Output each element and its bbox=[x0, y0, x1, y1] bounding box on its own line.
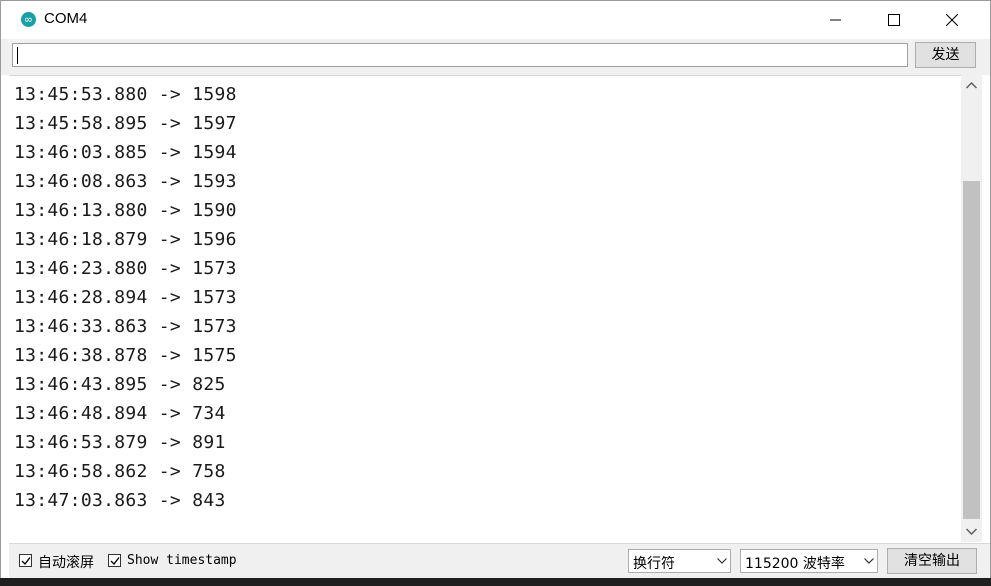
maximize-icon bbox=[888, 14, 900, 26]
text-caret bbox=[17, 47, 18, 64]
window-title: COM4 bbox=[44, 10, 88, 27]
output-line: 13:46:43.895 -> 825 bbox=[14, 374, 226, 395]
scroll-up-button[interactable] bbox=[961, 76, 982, 96]
output-line: 13:46:13.880 -> 1590 bbox=[14, 200, 237, 221]
output-line: 13:46:38.878 -> 1575 bbox=[14, 345, 237, 366]
autoscroll-checkbox[interactable] bbox=[19, 554, 32, 567]
output-line: 13:46:58.862 -> 758 bbox=[14, 461, 226, 482]
close-icon bbox=[946, 14, 958, 26]
chevron-down-icon bbox=[966, 528, 977, 535]
arduino-icon bbox=[21, 12, 36, 27]
show-timestamp-label[interactable]: Show timestamp bbox=[127, 553, 237, 568]
baud-rate-value: 115200 波特率 bbox=[745, 556, 845, 572]
scroll-down-button[interactable] bbox=[961, 522, 982, 542]
background-window-edge bbox=[1, 39, 9, 75]
autoscroll-label[interactable]: 自动滚屏 bbox=[38, 552, 94, 572]
close-button[interactable] bbox=[923, 1, 981, 39]
send-toolbar: 发送 bbox=[9, 39, 990, 75]
output-line: 13:46:48.894 -> 734 bbox=[14, 403, 226, 424]
scroll-thumb[interactable] bbox=[963, 181, 980, 519]
serial-monitor-window: COM4 发送 13:45:53.880 -> 1598 13:45:58.89… bbox=[0, 0, 991, 586]
send-button[interactable]: 发送 bbox=[915, 42, 976, 68]
send-input[interactable] bbox=[12, 43, 908, 67]
checkmark-icon bbox=[21, 557, 31, 566]
checkmark-icon bbox=[110, 557, 120, 566]
clear-output-button[interactable]: 清空输出 bbox=[887, 548, 977, 574]
background-window-edge bbox=[0, 578, 991, 586]
output-line: 13:46:33.863 -> 1573 bbox=[14, 316, 237, 337]
show-timestamp-checkbox[interactable] bbox=[108, 554, 121, 567]
output-line: 13:46:28.894 -> 1573 bbox=[14, 287, 237, 308]
output-line: 13:46:18.879 -> 1596 bbox=[14, 229, 237, 250]
output-line: 13:46:08.863 -> 1593 bbox=[14, 171, 237, 192]
vertical-scrollbar[interactable] bbox=[961, 75, 982, 542]
output-line: 13:45:58.895 -> 1597 bbox=[14, 113, 237, 134]
line-ending-value: 换行符 bbox=[633, 556, 675, 572]
baud-rate-select[interactable]: 115200 波特率 bbox=[740, 549, 878, 573]
chevron-down-icon bbox=[717, 558, 727, 564]
chevron-up-icon bbox=[966, 82, 977, 89]
minimize-button[interactable] bbox=[807, 1, 865, 39]
output-line: 13:46:23.880 -> 1573 bbox=[14, 258, 237, 279]
minimize-icon bbox=[830, 19, 841, 21]
maximize-button[interactable] bbox=[865, 1, 923, 39]
line-ending-select[interactable]: 换行符 bbox=[628, 549, 731, 573]
output-line: 13:46:03.885 -> 1594 bbox=[14, 142, 237, 163]
chevron-down-icon bbox=[864, 558, 874, 564]
output-line: 13:46:53.879 -> 891 bbox=[14, 432, 226, 453]
output-line: 13:45:53.880 -> 1598 bbox=[14, 84, 237, 105]
background-window-edge bbox=[1, 75, 9, 543]
serial-output[interactable]: 13:45:53.880 -> 1598 13:45:58.895 -> 159… bbox=[9, 75, 961, 543]
output-line: 13:47:03.863 -> 843 bbox=[14, 490, 226, 511]
bottom-toolbar: 自动滚屏 Show timestamp 换行符 115200 波特率 清空输出 bbox=[9, 543, 990, 580]
title-bar: COM4 bbox=[1, 1, 990, 39]
